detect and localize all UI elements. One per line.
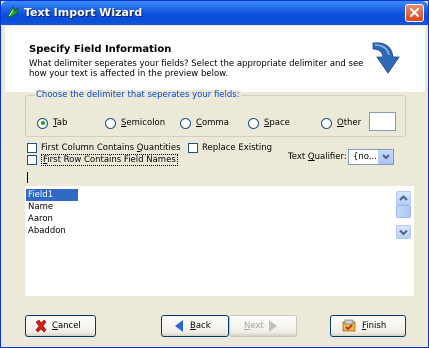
radio-label: Space: [264, 118, 290, 128]
text-qualifier-value: {no...: [353, 152, 377, 162]
checkbox-first-column-quantities[interactable]: First Column Contains Quantities: [27, 142, 181, 153]
page-description: What delimiter seperates your fields? Se…: [29, 59, 364, 79]
preview-grid[interactable]: Field1 Name Aaron Abaddon: [25, 186, 414, 296]
curved-arrow-icon: [372, 42, 400, 74]
back-button[interactable]: Back: [161, 315, 229, 337]
radio-circle[interactable]: [105, 117, 116, 129]
finish-button[interactable]: Finish: [330, 315, 406, 337]
text-import-wizard-window: Text Import Wizard Specify Field Informa…: [0, 0, 429, 348]
preview-scrollbar[interactable]: [396, 191, 411, 239]
chevron-down-icon: [399, 229, 408, 236]
checkbox-box[interactable]: [27, 154, 37, 165]
radio-other[interactable]: Other: [321, 117, 361, 129]
preview-row[interactable]: Aaron: [26, 213, 78, 225]
other-delimiter-input[interactable]: [369, 112, 396, 131]
next-button[interactable]: Next: [229, 315, 297, 337]
checkbox-box[interactable]: [27, 142, 37, 153]
radio-circle[interactable]: [321, 117, 332, 129]
radio-comma[interactable]: Comma: [180, 117, 229, 129]
radio-circle[interactable]: [248, 117, 259, 129]
title-bar[interactable]: Text Import Wizard: [1, 1, 428, 25]
radio-label: Tab: [53, 118, 68, 128]
left-arrow-icon: [175, 320, 183, 332]
radio-circle[interactable]: [37, 117, 48, 129]
radio-circle[interactable]: [180, 117, 191, 129]
window-title: Text Import Wizard: [24, 6, 143, 19]
dropdown-button[interactable]: [378, 150, 393, 164]
back-label: Back: [190, 321, 211, 331]
checkbox-label: Replace Existing: [202, 142, 272, 153]
right-arrow-icon: [268, 320, 277, 332]
page-title: Specify Field Information: [29, 44, 172, 55]
preview-row[interactable]: Name: [26, 201, 78, 213]
scroll-thumb[interactable]: [396, 205, 411, 218]
next-label: Next: [244, 321, 264, 331]
checkbox-box[interactable]: [188, 142, 198, 153]
wizard-icon: [7, 6, 19, 18]
cancel-button[interactable]: Cancel: [25, 315, 96, 337]
delimiter-group-legend: Choose the delimiter that seperates your…: [35, 90, 241, 100]
radio-tab[interactable]: Tab: [37, 117, 67, 129]
cancel-label: Cancel: [52, 321, 81, 331]
scroll-up-button[interactable]: [396, 191, 411, 205]
checkbox-replace-existing[interactable]: Replace Existing: [188, 142, 272, 153]
wizard-header: Specify Field Information What delimiter…: [5, 26, 425, 92]
scroll-down-button[interactable]: [396, 225, 411, 239]
checkbox-first-row-field-names[interactable]: First Row Contains Field Names: [27, 153, 178, 166]
red-x-icon: [35, 319, 47, 333]
chevron-down-icon: [382, 154, 390, 160]
finish-label: Finish: [362, 321, 387, 331]
delimiter-group: Choose the delimiter that seperates your…: [25, 90, 406, 137]
radio-label: Other: [337, 118, 362, 128]
text-qualifier-label: Text Qualifier:: [288, 152, 347, 162]
radio-label: Comma: [196, 118, 229, 128]
text-cursor: [27, 172, 28, 183]
close-icon: [410, 8, 419, 17]
preview-row[interactable]: Abaddon: [26, 225, 78, 237]
chevron-up-icon: [399, 195, 408, 201]
radio-space[interactable]: Space: [248, 117, 290, 129]
checkbox-label: First Row Contains Field Names: [41, 153, 178, 166]
radio-label: Semicolon: [121, 118, 166, 128]
radio-semicolon[interactable]: Semicolon: [105, 117, 165, 129]
preview-row[interactable]: Field1: [26, 189, 78, 201]
close-button[interactable]: [405, 4, 424, 22]
finish-icon: [342, 319, 356, 332]
checkbox-label: First Column Contains Quantities: [41, 142, 181, 153]
text-qualifier-select[interactable]: {no...: [348, 149, 394, 165]
